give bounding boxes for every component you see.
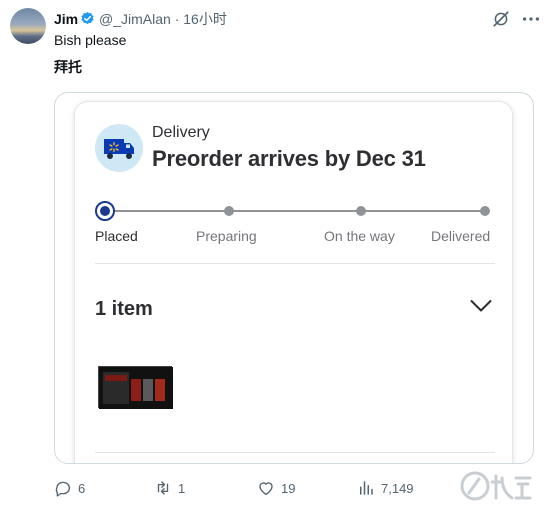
- tweet-text-translation: 拜托: [54, 59, 82, 75]
- grok-icon[interactable]: [492, 10, 510, 28]
- card-divider: [95, 263, 495, 264]
- retweet-icon: [157, 481, 169, 495]
- more-icon[interactable]: [520, 10, 542, 28]
- progress-step-delivered-marker: [480, 206, 490, 216]
- reply-count: 6: [78, 480, 86, 496]
- like-button[interactable]: 19: [257, 479, 295, 497]
- tweet-text: Bish please: [54, 32, 127, 48]
- meta-separator: ·: [174, 11, 180, 27]
- progress-step-delivered: Delivered: [431, 228, 491, 244]
- progress-step-preparing-marker: [224, 206, 234, 216]
- like-count: 19: [281, 480, 296, 496]
- retweet-button[interactable]: 1: [154, 479, 185, 497]
- delivery-label: Delivery: [152, 124, 210, 141]
- items-count: 1 item: [95, 298, 153, 320]
- delivery-card: Delivery Preorder arrives by Dec 31 Plac…: [74, 101, 513, 463]
- progress-step-placed-marker: [95, 201, 115, 221]
- author-handle[interactable]: @_JimAlan: [99, 11, 171, 27]
- progress-step-preparing: Preparing: [196, 228, 257, 244]
- progress-track: [105, 210, 485, 212]
- tweet-time[interactable]: 16小时: [183, 11, 227, 27]
- reply-icon: [55, 481, 71, 497]
- like-icon: [259, 482, 273, 496]
- delivery-headline: Preorder arrives by Dec 31: [152, 146, 426, 171]
- tweet-media[interactable]: Delivery Preorder arrives by Dec 31 Plac…: [54, 92, 534, 464]
- truck-icon: [104, 139, 134, 159]
- progress-step-placed: Placed: [95, 228, 138, 244]
- avatar[interactable]: [10, 8, 46, 44]
- views-count: 7,149: [381, 480, 414, 496]
- card-divider-bottom: [95, 452, 495, 453]
- retweet-count: 1: [178, 480, 186, 496]
- views-icon: [360, 481, 373, 495]
- reply-button[interactable]: 6: [54, 479, 85, 497]
- chevron-down-icon[interactable]: [470, 299, 492, 313]
- author-name[interactable]: Jim: [54, 10, 78, 28]
- verified-icon: [81, 11, 94, 25]
- views-button[interactable]: 7,149: [357, 479, 414, 497]
- truck-badge: [95, 124, 143, 172]
- progress-step-on-the-way-marker: [356, 206, 366, 216]
- site-watermark-logo: [460, 471, 532, 501]
- tweet-meta: @_JimAlan · 16小时: [99, 10, 227, 28]
- progress-step-on-the-way: On the way: [324, 228, 395, 244]
- product-thumbnail: [98, 366, 173, 409]
